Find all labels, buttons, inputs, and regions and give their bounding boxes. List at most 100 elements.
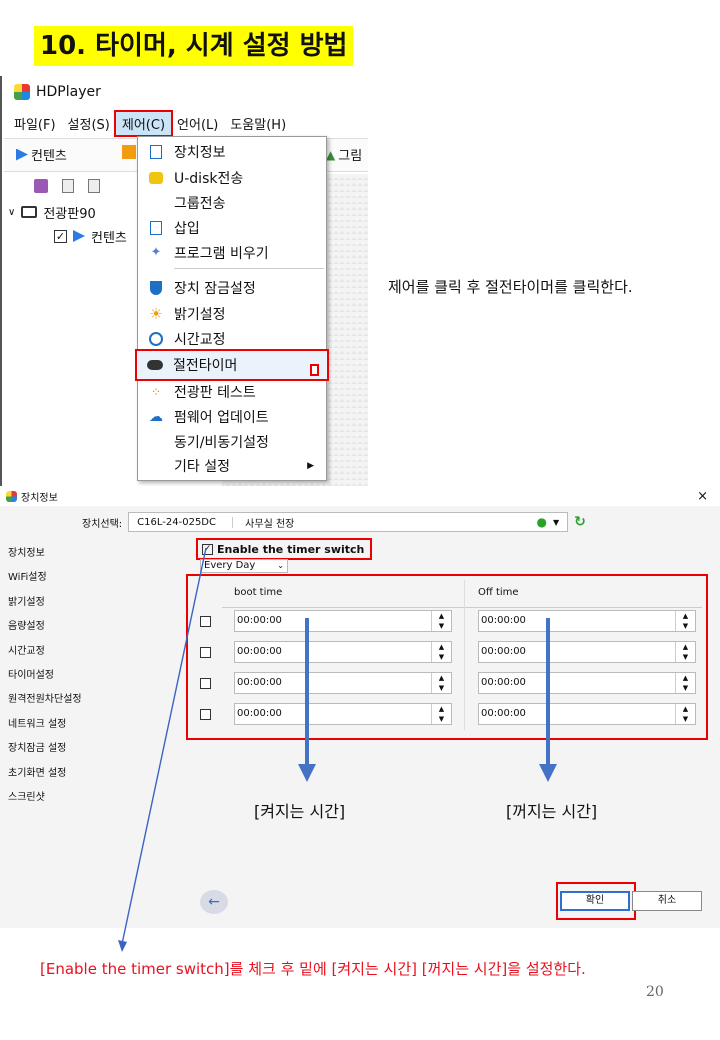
menu-item-other-settings[interactable]: 기타 설정 ▶: [138, 453, 326, 478]
submenu-arrow-icon: ▶: [307, 460, 314, 471]
usb-icon: [138, 171, 174, 184]
content-button-label: 컨텐츠: [31, 149, 67, 164]
menu-item-sync[interactable]: 동기/비동기설정: [138, 429, 326, 454]
spinner-icon[interactable]: ▲ ▼: [675, 673, 695, 693]
menu-item-firmware-update[interactable]: ☁ 펌웨어 업데이트: [138, 404, 326, 429]
image-button[interactable]: ▲ 그림: [326, 145, 362, 165]
arrow-shaft: [546, 618, 550, 766]
chevron-down-icon: ▼: [553, 517, 560, 527]
chevron-down-icon[interactable]: ∨: [8, 207, 15, 218]
row-checkbox[interactable]: [200, 647, 211, 658]
off-time-input[interactable]: 00:00:00 ▲ ▼: [478, 610, 696, 632]
table-row: 00:00:00 ▲ ▼ 00:00:00 ▲ ▼: [200, 641, 700, 665]
dialog-title-bar: 장치정보 ×: [0, 486, 720, 506]
label-on-time: [켜지는 시간]: [254, 802, 346, 821]
boot-time-input[interactable]: 00:00:00 ▲ ▼: [234, 610, 452, 632]
sidebar-item-wifi[interactable]: WiFi설정: [8, 568, 82, 592]
instruction-text-2: [Enable the timer switch]를 체크 후 밑에 [켜지는 …: [40, 960, 586, 978]
copy-icon[interactable]: [62, 179, 74, 193]
repeat-select[interactable]: Every Day ⌄: [200, 559, 288, 573]
menu-item-insert[interactable]: 삽입: [138, 215, 326, 240]
paste-icon[interactable]: [88, 179, 100, 193]
menu-item-device-info[interactable]: 장치정보: [138, 139, 326, 164]
toggle-icon: [137, 360, 173, 370]
tree-item-screen[interactable]: ∨ 전광판90: [8, 200, 127, 224]
sidebar-item-time-sync[interactable]: 시간교정: [8, 642, 82, 666]
menu-item-group-send[interactable]: 그룹전송: [138, 190, 326, 215]
checkbox-icon[interactable]: ✓: [202, 543, 213, 555]
spinner-icon[interactable]: ▲ ▼: [675, 611, 695, 631]
sidebar-item-device-lock[interactable]: 장치잠금 설정: [8, 739, 82, 763]
spinner-icon[interactable]: ▲ ▼: [431, 704, 451, 724]
boot-time-value: 00:00:00: [237, 615, 282, 626]
sidebar-item-timer[interactable]: 타이머설정: [8, 666, 82, 690]
sidebar-item-brightness[interactable]: 밝기설정: [8, 593, 82, 617]
cancel-button[interactable]: 취소: [632, 891, 702, 911]
sidebar-item-remote-power[interactable]: 원격전원차단설정: [8, 690, 82, 714]
checkbox-icon[interactable]: ✓: [54, 229, 67, 243]
boot-time-input[interactable]: 00:00:00 ▲ ▼: [234, 641, 452, 663]
menu-item-udisk[interactable]: U-disk전송: [138, 165, 326, 190]
spinner-icon[interactable]: ▲ ▼: [431, 673, 451, 693]
menu-item-screen-test[interactable]: ⁘ 전광판 테스트: [138, 379, 326, 404]
spinner-icon[interactable]: ▲ ▼: [675, 704, 695, 724]
menu-item-time-sync[interactable]: 시간교정: [138, 326, 326, 351]
sidebar-item-screenshot[interactable]: 스크린샷: [8, 788, 82, 812]
marker-box: [310, 364, 319, 376]
back-arrow-icon[interactable]: ←: [200, 890, 228, 914]
row-checkbox[interactable]: [200, 678, 211, 689]
refresh-icon[interactable]: ↻: [574, 514, 586, 530]
hdplayer-logo-icon: [14, 84, 30, 100]
boot-time-input[interactable]: 00:00:00 ▲ ▼: [234, 703, 452, 725]
orange-tool-button[interactable]: [122, 145, 136, 159]
menu-item-label: 프로그램 비우기: [174, 245, 269, 262]
menu-item-brightness[interactable]: ☀ 밝기설정: [138, 301, 326, 326]
secondary-toolbar: [4, 174, 140, 198]
menu-item-power-timer[interactable]: 절전타이머: [135, 349, 329, 381]
boot-time-input[interactable]: 00:00:00 ▲ ▼: [234, 672, 452, 694]
off-time-value: 00:00:00: [481, 708, 526, 719]
content-button[interactable]: 컨텐츠: [16, 145, 67, 164]
hdplayer-window-screenshot: HDPlayer 파일(F) 설정(S) 제어(C) 언어(L) 도움말(H) …: [0, 76, 368, 486]
menu-item-label: 장치 잠금설정: [174, 280, 256, 297]
tree-item-content[interactable]: ✓ 컨텐츠: [8, 224, 127, 248]
row-checkbox[interactable]: [200, 709, 211, 720]
menu-file[interactable]: 파일(F): [8, 112, 62, 135]
play-icon: [16, 148, 28, 161]
boot-time-value: 00:00:00: [237, 708, 282, 719]
sidebar-item-device-info[interactable]: 장치정보: [8, 544, 82, 568]
off-time-input[interactable]: 00:00:00 ▲ ▼: [478, 703, 696, 725]
menu-item-label: 밝기설정: [174, 306, 226, 323]
menu-control[interactable]: 제어(C): [113, 110, 174, 137]
label-off-time: [꺼지는 시간]: [506, 802, 598, 821]
menu-item-clear-program[interactable]: ✦ 프로그램 비우기: [138, 240, 326, 265]
menu-item-device-lock[interactable]: 장치 잠금설정: [138, 275, 326, 300]
menu-help[interactable]: 도움말(H): [224, 112, 292, 135]
row-checkbox[interactable]: [200, 616, 211, 627]
menu-settings[interactable]: 설정(S): [62, 112, 116, 135]
off-time-value: 00:00:00: [481, 677, 526, 688]
menu-language[interactable]: 언어(L): [171, 112, 224, 135]
select-all-icon[interactable]: [34, 179, 48, 193]
page-title: 10. 타이머, 시계 설정 방법: [34, 26, 354, 66]
sidebar-item-initial-screen[interactable]: 초기화면 설정: [8, 764, 82, 788]
sidebar-item-network[interactable]: 네트워크 설정: [8, 715, 82, 739]
enable-timer-checkbox[interactable]: ✓ Enable the timer switch: [196, 538, 372, 560]
close-icon[interactable]: ×: [697, 489, 708, 504]
enable-timer-label: Enable the timer switch: [217, 542, 365, 556]
spinner-icon[interactable]: ▲ ▼: [431, 642, 451, 662]
boot-time-value: 00:00:00: [237, 677, 282, 688]
menu-item-label: 그룹전송: [174, 195, 226, 212]
spinner-icon[interactable]: ▲ ▼: [675, 642, 695, 662]
sidebar-item-volume[interactable]: 음량설정: [8, 617, 82, 641]
spinner-icon[interactable]: ▲ ▼: [431, 611, 451, 631]
ok-button[interactable]: 확인: [560, 891, 630, 911]
off-time-input[interactable]: 00:00:00 ▲ ▼: [478, 641, 696, 663]
arrow-down-icon: [298, 764, 316, 782]
menu-item-label: U-disk전송: [174, 170, 244, 187]
menu-item-label: 시간교정: [174, 331, 226, 348]
screen-tree: ∨ 전광판90 ✓ 컨텐츠: [8, 200, 127, 248]
cloud-upload-icon: ☁: [149, 408, 163, 425]
device-select-dropdown[interactable]: C16L-24-025DC 사무실 천장 ● ▼: [128, 512, 569, 532]
off-time-input[interactable]: 00:00:00 ▲ ▼: [478, 672, 696, 694]
